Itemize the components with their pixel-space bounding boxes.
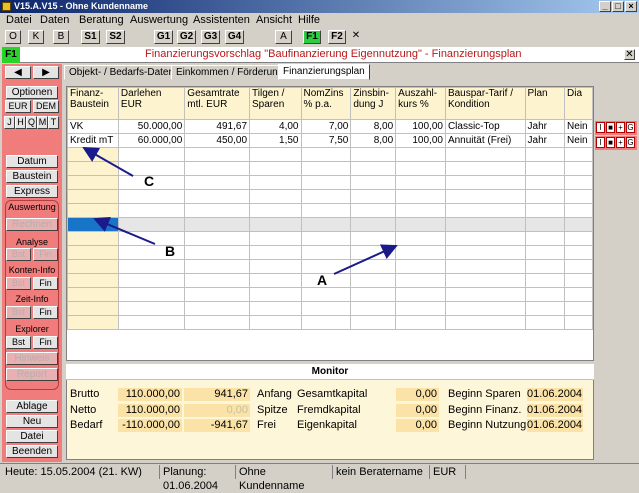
monitor-netto-rate: 0,00 xyxy=(184,404,250,417)
monitor-beginn-sparen-value: 01.06.2004 xyxy=(527,388,583,401)
annotation-b: B xyxy=(165,243,176,259)
monitor-fremdkapital-value: 0,00 xyxy=(396,404,439,417)
monitor-label-beginn-nutzung: Beginn Nutzung xyxy=(448,419,527,431)
monitor-label-brutto: Brutto xyxy=(70,388,100,400)
monitor-label-anfang: Anfang xyxy=(257,388,292,400)
arrow-c xyxy=(82,147,134,177)
arrow-b xyxy=(93,217,156,245)
status-bar: Heute: 15.05.2004 (21. KW) Planung: 01.0… xyxy=(0,463,639,492)
status-kundenname: Ohne Kundenname xyxy=(236,465,333,492)
monitor-gesamtkapital-value: 0,00 xyxy=(396,388,439,401)
status-currency: EUR xyxy=(430,465,466,479)
monitor-label-spitze: Spitze xyxy=(257,404,288,416)
monitor-label-beginn-finanz: Beginn Finanz. xyxy=(448,404,522,416)
monitor-brutto-rate: 941,67 xyxy=(184,388,250,401)
monitor-brutto-value: 110.000,00 xyxy=(118,388,182,401)
monitor-label-fremdkapital: Fremdkapital xyxy=(297,404,361,416)
annotation-a: A xyxy=(317,272,328,288)
monitor-label-bedarf: Bedarf xyxy=(70,419,103,431)
monitor-eigenkapital-value: 0,00 xyxy=(396,419,439,432)
monitor-label-beginn-sparen: Beginn Sparen xyxy=(448,388,521,400)
status-beratername: kein Beratername xyxy=(333,465,430,479)
monitor-bedarf-rate: -941,67 xyxy=(184,419,250,432)
status-today: Heute: 15.05.2004 (21. KW) xyxy=(2,465,160,479)
monitor-label-gesamtkapital: Gesamtkapital xyxy=(297,388,368,400)
monitor-label-netto: Netto xyxy=(70,404,97,416)
monitor-title: Monitor xyxy=(66,364,594,380)
annotation-c: C xyxy=(144,173,155,189)
status-planung: Planung: 01.06.2004 xyxy=(160,465,236,492)
monitor-label-frei: Frei xyxy=(257,419,276,431)
monitor-label-eigenkapital: Eigenkapital xyxy=(297,419,357,431)
monitor-bedarf-value: -110.000,00 xyxy=(118,419,182,432)
monitor-netto-value: 110.000,00 xyxy=(118,404,182,417)
monitor-beginn-nutzung-value: 01.06.2004 xyxy=(527,419,583,432)
monitor-beginn-finanz-value: 01.06.2004 xyxy=(527,404,583,417)
arrow-a xyxy=(333,244,398,275)
